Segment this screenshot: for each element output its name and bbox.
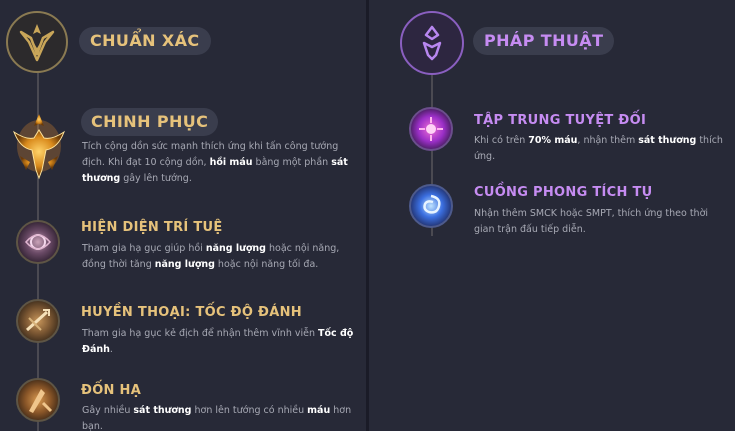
absolute-focus-icon[interactable] (409, 107, 453, 151)
rune-title: CUỒNG PHONG TÍCH TỤ (474, 185, 653, 200)
rune-title: HUYỀN THOẠI: TỐC ĐỘ ĐÁNH (81, 305, 302, 320)
rune-description: Tham gia hạ gục kẻ địch để nhận thêm vĩn… (82, 328, 354, 355)
legend-alacrity-icon[interactable] (16, 299, 60, 343)
presence-of-mind-icon[interactable] (16, 220, 60, 264)
primary-path-panel: CHUẨN XÁC CHINH PHỤC Tích cộng dồn sức m… (0, 0, 366, 431)
keystone-description: Tích cộng dồn sức mạnh thích ứng khi tấn… (82, 141, 348, 184)
rune-description: Khi có trên 70% máu, nhận thêm sát thươn… (474, 135, 723, 162)
keystone-title: CHINH PHỤC (81, 108, 219, 136)
precision-crest-icon[interactable] (6, 11, 68, 73)
rune-description: Tham gia hạ gục giúp hồi năng lượng hoặc… (82, 243, 340, 270)
rune-description: Nhận thêm SMCK hoặc SMPT, thích ứng theo… (474, 208, 709, 235)
rune-title: ĐỐN HẠ (81, 383, 142, 398)
rune-description: Gây nhiều sát thương hơn lên tướng có nh… (82, 405, 352, 431)
path-title: CHUẨN XÁC (79, 27, 211, 55)
rune-title: HIỆN DIỆN TRÍ TUỆ (81, 220, 223, 235)
secondary-path-panel: PHÁP THUẬT TẬP TRUNG TUYỆT ĐỐI Khi có tr… (369, 0, 735, 431)
rune-title: TẬP TRUNG TUYỆT ĐỐI (474, 113, 647, 128)
gathering-storm-icon[interactable] (409, 184, 453, 228)
cut-down-icon[interactable] (16, 378, 60, 422)
path-title: PHÁP THUẬT (473, 27, 615, 55)
conqueror-icon[interactable] (6, 110, 72, 182)
sorcery-crest-icon[interactable] (400, 11, 464, 75)
